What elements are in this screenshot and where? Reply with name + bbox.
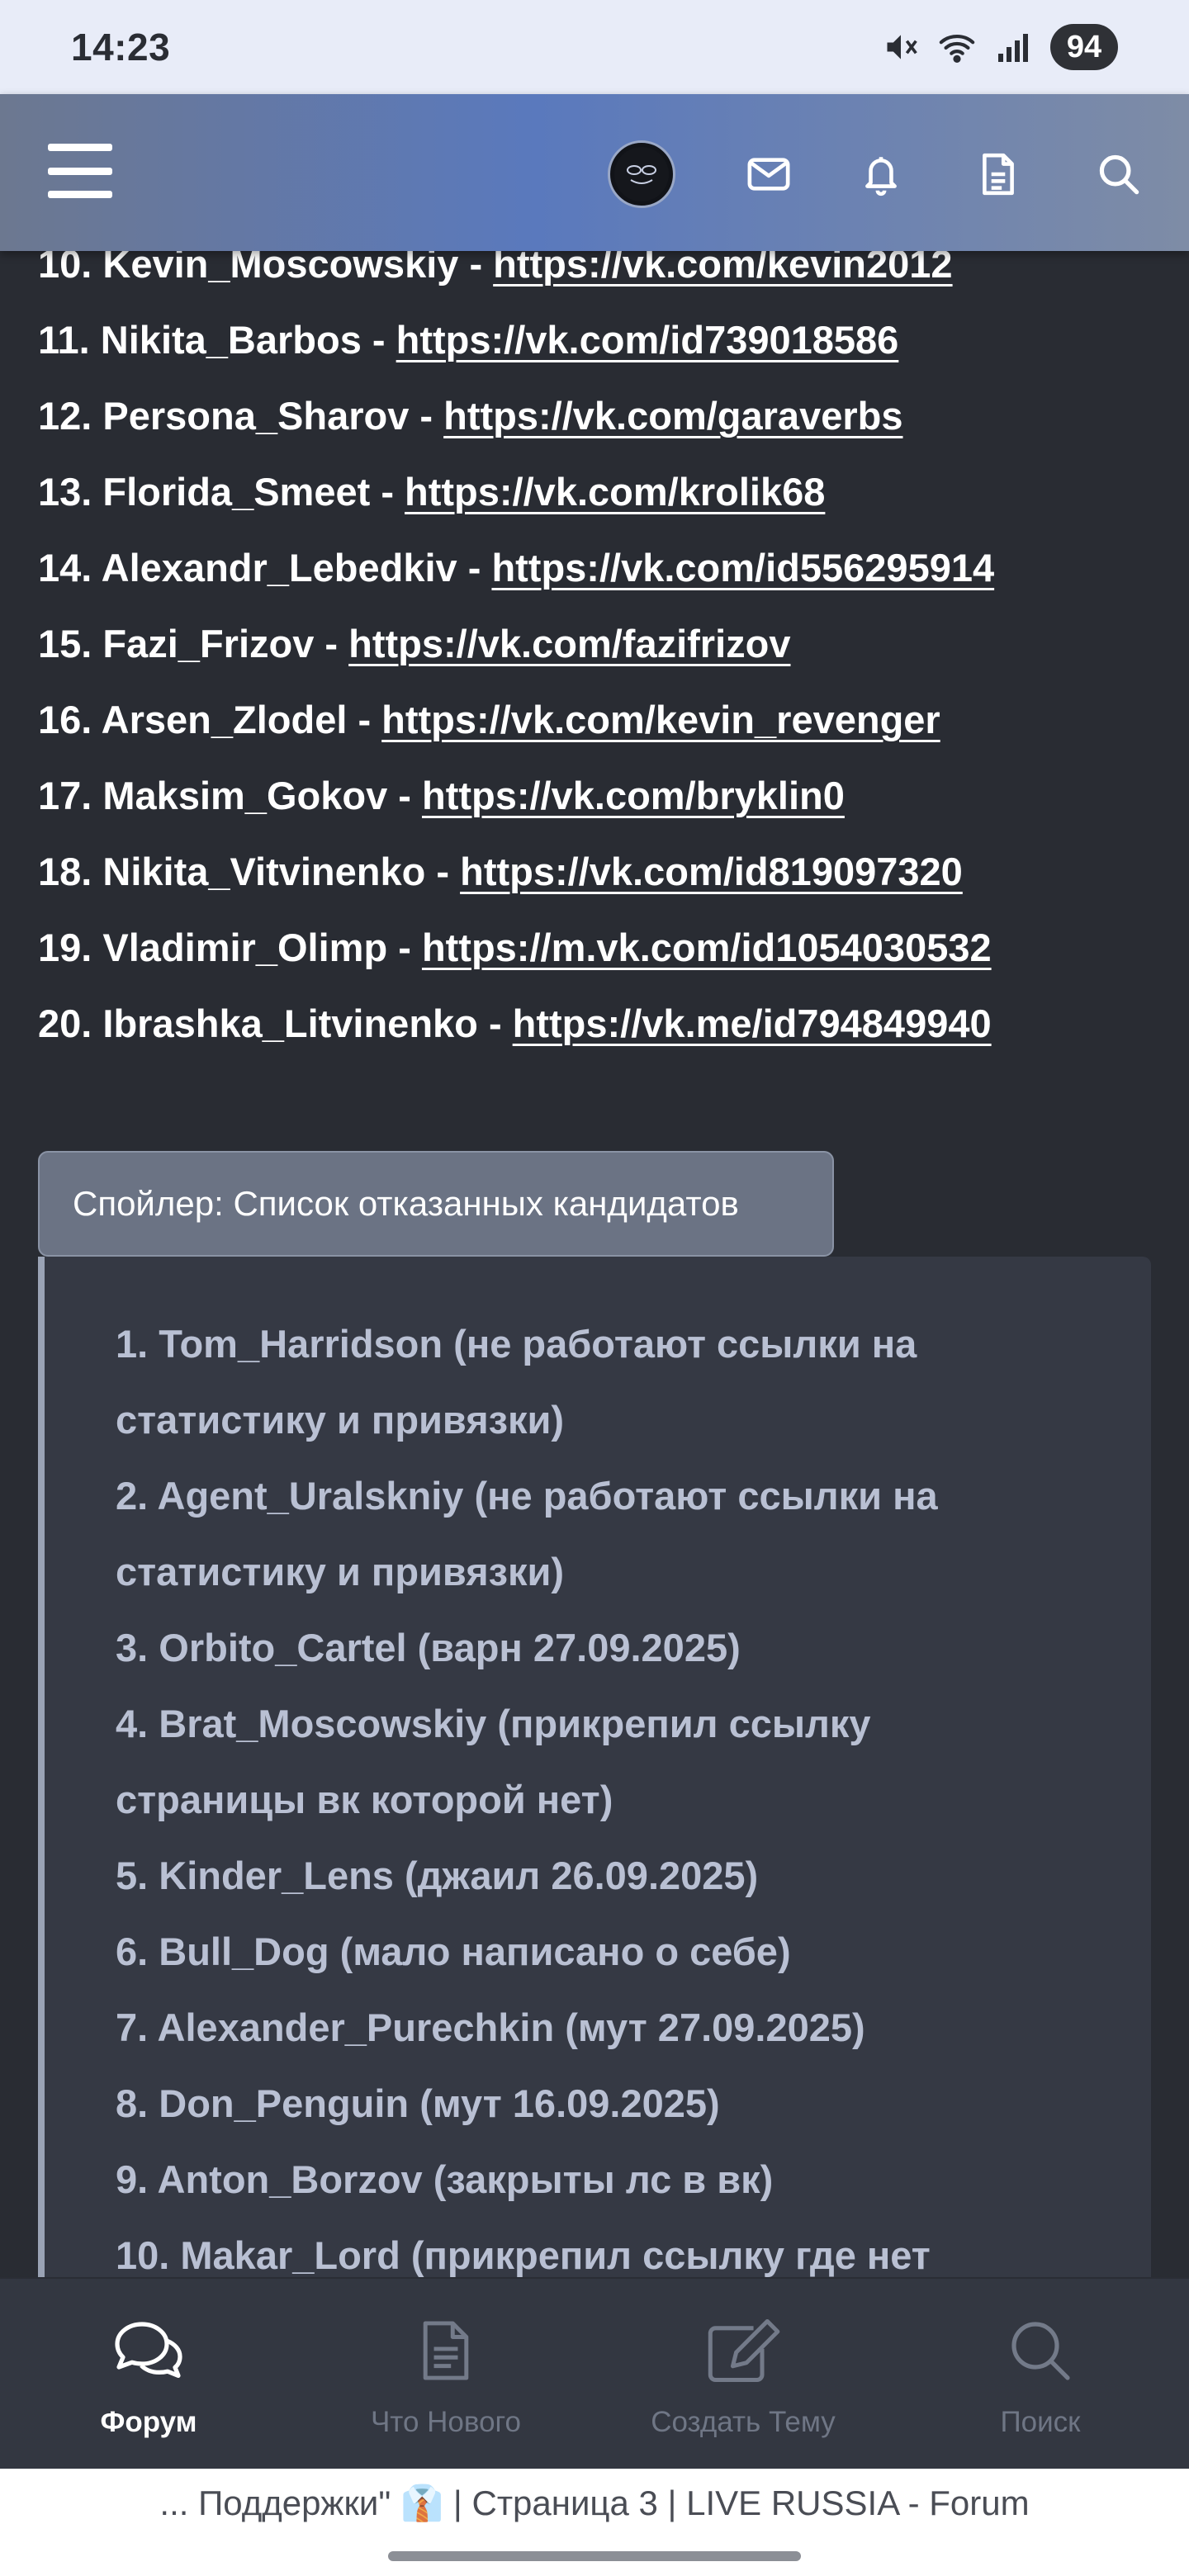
list-item: 12. Persona_Sharov - https://vk.com/gara… bbox=[38, 378, 994, 454]
rejected-candidate-line: 8. Don_Penguin (мут 16.09.2025) bbox=[116, 2081, 720, 2125]
app-header bbox=[0, 94, 1189, 251]
list-item: 13. Florida_Smeet - https://vk.com/kroli… bbox=[38, 454, 994, 530]
page-title[interactable]: ... Поддержки" 👔 | Страница 3 | LIVE RUS… bbox=[0, 2484, 1189, 2524]
vk-profile-link[interactable]: https://vk.com/kevin_revenger bbox=[381, 698, 940, 741]
document-icon[interactable] bbox=[969, 145, 1027, 203]
nav-whats-new[interactable]: Что Нового bbox=[297, 2279, 594, 2469]
create-topic-icon bbox=[703, 2313, 783, 2388]
menu-icon[interactable] bbox=[48, 144, 112, 198]
candidate-name: 12. Persona_Sharov - bbox=[38, 394, 444, 438]
candidate-name: 14. Alexandr_Lebedkiv - bbox=[38, 546, 492, 590]
vk-profile-link[interactable]: https://m.vk.com/id1054030532 bbox=[422, 926, 992, 969]
candidate-name: 10. Kevin_Moscowskiy - bbox=[38, 251, 494, 286]
nav-label: Форум bbox=[100, 2406, 197, 2438]
vk-profile-link[interactable]: https://vk.com/id556295914 bbox=[491, 546, 994, 590]
list-item: 18. Nikita_Vitvinenko - https://vk.com/i… bbox=[38, 834, 994, 910]
mute-icon bbox=[882, 28, 920, 66]
rejected-candidate-line: 9. Anton_Borzov (закрыты лс в вк) bbox=[116, 2157, 774, 2201]
rejected-candidate-line: 7. Alexander_Purechkin (мут 27.09.2025) bbox=[116, 2005, 865, 2049]
status-time: 14:23 bbox=[71, 26, 171, 69]
bell-icon[interactable] bbox=[852, 145, 910, 203]
list-item: 20. Ibrashka_Litvinenko - https://vk.me/… bbox=[38, 986, 994, 1062]
avatar[interactable] bbox=[608, 140, 675, 208]
rejected-candidate-line: 5. Kinder_Lens (джаил 26.09.2025) bbox=[116, 1854, 759, 1897]
list-item: 17. Maksim_Gokov - https://vk.com/brykli… bbox=[38, 758, 994, 834]
rejected-candidate-line: статистику и привязки) bbox=[116, 1398, 565, 1442]
nav-search[interactable]: Поиск bbox=[892, 2279, 1189, 2469]
list-item: 15. Fazi_Frizov - https://vk.com/fazifri… bbox=[38, 606, 994, 682]
list-item: 11. Nikita_Barbos - https://vk.com/id739… bbox=[38, 302, 994, 378]
nav-label: Поиск bbox=[1000, 2406, 1081, 2438]
rejected-candidate-line: 10. Makar_Lord (прикрепил ссылку где нет bbox=[116, 2233, 931, 2277]
vk-profile-link[interactable]: https://vk.com/kevin2012 bbox=[493, 251, 952, 286]
candidate-name: 20. Ibrashka_Litvinenko - bbox=[38, 1002, 513, 1045]
nav-label: Что Нового bbox=[370, 2406, 522, 2438]
list-item: 16. Arsen_Zlodel - https://vk.com/kevin_… bbox=[38, 682, 994, 758]
rejected-candidate-line: 6. Bull_Dog (мало написано о себе) bbox=[116, 1930, 791, 1973]
spoiler-content: 1. Tom_Harridson (не работают ссылки на с… bbox=[38, 1257, 1151, 2277]
wifi-icon bbox=[938, 28, 976, 66]
candidate-name: 19. Vladimir_Olimp - bbox=[38, 926, 422, 969]
battery-indicator: 94 bbox=[1050, 24, 1118, 70]
signal-icon bbox=[994, 28, 1032, 66]
bottom-navigation: Форум Что Нового Создать Тему Поиск bbox=[0, 2277, 1189, 2469]
candidate-name: 11. Nikita_Barbos - bbox=[38, 318, 396, 362]
nav-forum[interactable]: Форум bbox=[0, 2279, 297, 2469]
candidate-name: 15. Fazi_Frizov - bbox=[38, 622, 349, 665]
vk-profile-link[interactable]: https://vk.com/bryklin0 bbox=[422, 774, 845, 817]
vk-profile-link[interactable]: https://vk.com/garaverbs bbox=[443, 394, 902, 438]
search-icon[interactable] bbox=[1090, 145, 1148, 203]
nav-label: Создать Тему bbox=[651, 2406, 836, 2438]
rejected-candidate-line: 3. Orbito_Cartel (варн 27.09.2025) bbox=[116, 1626, 741, 1669]
list-item: 14. Alexandr_Lebedkiv - https://vk.com/i… bbox=[38, 530, 994, 606]
rejected-candidate-line: 2. Agent_Uralskniy (не работают ссылки н… bbox=[116, 1474, 938, 1518]
vk-profile-link[interactable]: https://vk.com/krolik68 bbox=[405, 470, 825, 514]
forum-icon bbox=[109, 2313, 188, 2388]
list-item: 19. Vladimir_Olimp - https://m.vk.com/id… bbox=[38, 910, 994, 986]
mail-icon[interactable] bbox=[740, 145, 798, 203]
spoiler-toggle-button[interactable]: Спойлер: Список отказанных кандидатов bbox=[38, 1151, 834, 1257]
candidate-name: 16. Arsen_Zlodel - bbox=[38, 698, 382, 741]
browser-bottom-bar: ... Поддержки" 👔 | Страница 3 | LIVE RUS… bbox=[0, 2469, 1189, 2576]
post-content: 10. Kevin_Moscowskiy - https://vk.com/ke… bbox=[0, 251, 1189, 2277]
candidate-name: 18. Nikita_Vitvinenko - bbox=[38, 850, 461, 893]
vk-profile-link[interactable]: https://vk.com/id739018586 bbox=[396, 318, 899, 362]
nav-create-topic[interactable]: Создать Тему bbox=[594, 2279, 892, 2469]
vk-profile-link[interactable]: https://vk.com/id819097320 bbox=[460, 850, 963, 893]
vk-profile-link[interactable]: https://vk.com/fazifrizov bbox=[348, 622, 790, 665]
status-bar: 14:23 94 bbox=[0, 0, 1189, 94]
rejected-candidate-line: 4. Brat_Moscowskiy (прикрепил ссылку bbox=[116, 1702, 871, 1745]
rejected-candidate-line: статистику и привязки) bbox=[116, 1550, 565, 1593]
vk-profile-link[interactable]: https://vk.me/id794849940 bbox=[513, 1002, 992, 1045]
list-item: 10. Kevin_Moscowskiy - https://vk.com/ke… bbox=[38, 251, 994, 302]
gesture-bar[interactable] bbox=[388, 2551, 801, 2561]
candidate-name: 13. Florida_Smeet - bbox=[38, 470, 405, 514]
status-icons: 94 bbox=[882, 24, 1118, 70]
rejected-candidate-line: 1. Tom_Harridson (не работают ссылки на bbox=[116, 1322, 917, 1366]
search-icon bbox=[1001, 2313, 1080, 2388]
accepted-candidates-list: 10. Kevin_Moscowskiy - https://vk.com/ke… bbox=[38, 251, 994, 1062]
rejected-candidate-line: страницы вк которой нет) bbox=[116, 1778, 613, 1821]
candidate-name: 17. Maksim_Gokov - bbox=[38, 774, 422, 817]
whats-new-icon bbox=[406, 2313, 486, 2388]
